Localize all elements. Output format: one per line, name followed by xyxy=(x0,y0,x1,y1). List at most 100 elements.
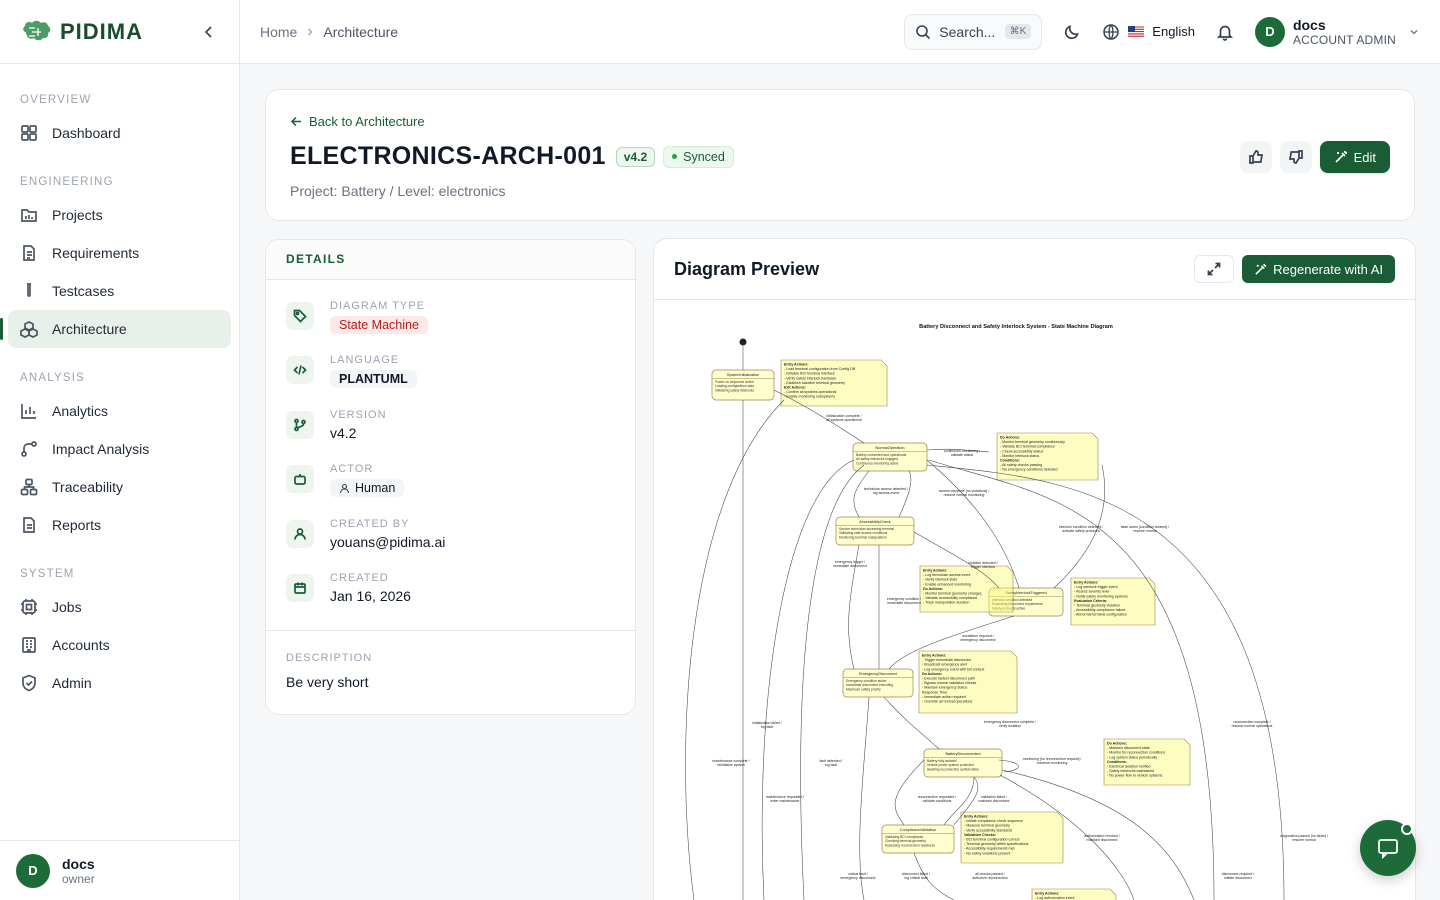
state-detail: Maximum safety priority xyxy=(846,687,881,691)
regenerate-label: Regenerate with AI xyxy=(1273,261,1383,277)
chat-button[interactable] xyxy=(1360,820,1416,876)
state-name: SystemInitialization xyxy=(727,373,760,377)
details-card: DETAILS DIAGRAM TYPE State Machine LANGU… xyxy=(265,239,636,715)
sidebar-item-architecture[interactable]: Architecture xyxy=(0,310,231,348)
chevron-left-icon xyxy=(204,25,212,38)
projects-icon xyxy=(21,209,37,222)
sidebar-item-impact-analysis[interactable]: Impact Analysis xyxy=(8,430,231,468)
edit-button[interactable]: Edit xyxy=(1319,141,1390,173)
details-header: DETAILS xyxy=(266,240,635,280)
sidebar-item-jobs[interactable]: Jobs xyxy=(8,588,231,626)
note-line: - Check accessibility status xyxy=(1000,449,1043,453)
note-line: - Terminal geometry within specification… xyxy=(964,842,1029,846)
impact-icon xyxy=(21,441,37,457)
sidebar-item-accounts[interactable]: Accounts xyxy=(8,626,231,664)
diagram-canvas: Battery Disconnect and Safety Interlock … xyxy=(685,324,1328,900)
language-selector[interactable]: English xyxy=(1102,23,1195,41)
note-line: - Load terminal configuration from Confi… xyxy=(784,367,856,371)
thumbs-up-button[interactable] xyxy=(1239,141,1272,173)
sidebar-item-requirements[interactable]: Requirements xyxy=(8,234,231,272)
state-name: NormalOperation xyxy=(876,446,905,450)
globe-icon xyxy=(1103,23,1120,40)
note-line: - Verify interlock state xyxy=(923,578,957,582)
sidebar-item-label: Accounts xyxy=(52,637,110,653)
sidebar-item-traceability[interactable]: Traceability xyxy=(8,468,231,506)
detail-label: ACTOR xyxy=(330,463,374,475)
thumbs-up-icon xyxy=(1248,150,1263,164)
moon-icon xyxy=(1065,24,1080,39)
transition-label: verify isolation xyxy=(999,724,1021,728)
collapse-sidebar-button[interactable] xyxy=(199,22,219,42)
regenerate-with-ai-button[interactable]: Regenerate with AI xyxy=(1242,255,1395,283)
breadcrumb-home[interactable]: Home xyxy=(260,24,297,40)
note-line: - Immediate action required xyxy=(922,695,966,699)
note-line: - Measure terminal geometry xyxy=(964,824,1010,828)
note-line: - Safety interlocks maintained xyxy=(1107,769,1154,773)
search-shortcut: ⌘K xyxy=(1004,24,1032,39)
account-menu[interactable]: D docs ACCOUNT ADMIN xyxy=(1254,16,1420,47)
note-line: - Log authorization event xyxy=(1035,896,1075,900)
search-button[interactable]: Search... ⌘K xyxy=(904,13,1043,50)
sidebar-user[interactable]: D docs owner xyxy=(0,840,240,900)
logo-row: PIDIMA xyxy=(0,0,239,64)
transition-line xyxy=(853,470,870,518)
back-to-architecture-link[interactable]: Back to Architecture xyxy=(290,114,425,129)
sidebar-item-label: Impact Analysis xyxy=(52,441,150,457)
expand-icon xyxy=(1207,262,1221,276)
us-flag-icon xyxy=(1128,26,1145,37)
note-line: - Accessibility requirements met xyxy=(964,847,1015,851)
sidebar-item-analytics[interactable]: Analytics xyxy=(8,392,231,430)
diagram-type-badge: State Machine xyxy=(330,316,428,334)
note-line: - Trigger immediate disconnect xyxy=(922,658,971,662)
transition-label: resume normal xyxy=(1133,529,1157,533)
user-icon xyxy=(286,520,314,548)
theme-toggle-button[interactable] xyxy=(1060,20,1084,44)
thumbs-down-button[interactable] xyxy=(1279,141,1312,173)
edit-button-label: Edit xyxy=(1353,149,1376,165)
note-heading: Validation Checks: xyxy=(964,833,996,837)
note-line: - All safety checks passing xyxy=(1000,463,1042,467)
state-machine-diagram[interactable]: Battery Disconnect and Safety Interlock … xyxy=(654,300,1415,900)
transition-label: all systems operational xyxy=(826,418,862,422)
note-heading: Entry Actions: xyxy=(922,654,946,658)
sidebar-item-admin[interactable]: Admin xyxy=(8,664,231,702)
sidebar-item-testcases[interactable]: Testcases xyxy=(8,272,231,310)
detail-created: CREATED Jan 16, 2026 xyxy=(286,572,411,604)
detail-language: LANGUAGE PLANTUML xyxy=(286,354,417,388)
transition-label: resume normal monitoring xyxy=(944,493,985,497)
state-detail: Awaiting reconnection authorization xyxy=(927,767,979,771)
avatar: D xyxy=(16,853,50,888)
initial-state-dot xyxy=(739,338,747,346)
diagram-preview-title: Diagram Preview xyxy=(674,258,820,279)
account-name: docs xyxy=(1292,16,1326,33)
note-heading: Do Actions: xyxy=(1107,742,1127,746)
magic-wand-icon xyxy=(1334,151,1347,163)
detail-label: DIAGRAM TYPE xyxy=(330,300,425,312)
note-line: - No emergency conditions detected xyxy=(1000,468,1058,472)
thumbs-down-icon xyxy=(1288,150,1303,164)
testcases-icon xyxy=(27,283,31,297)
note-line: - Validate BCI terminal compliance xyxy=(1000,445,1055,449)
transition-line xyxy=(894,759,925,826)
sidebar-item-projects[interactable]: Projects xyxy=(8,196,231,234)
notifications-button[interactable] xyxy=(1213,20,1237,44)
expand-button[interactable] xyxy=(1194,255,1235,283)
transition-label: maintain disconnect xyxy=(979,799,1010,803)
brand-logo[interactable]: PIDIMA xyxy=(20,19,143,45)
note-line: - Monitor interlock status xyxy=(1000,454,1039,458)
note-line: - Notify safety monitoring systems xyxy=(1074,594,1128,598)
transition-label: continue monitoring xyxy=(1037,761,1068,765)
project-level-subtitle: Project: Battery / Level: electronics xyxy=(290,183,506,199)
note-heading: Entry Actions: xyxy=(1074,581,1098,585)
note-line: - No safety violations present xyxy=(964,851,1010,855)
magic-wand-icon xyxy=(1255,263,1267,275)
sidebar-item-dashboard[interactable]: Dashboard xyxy=(8,114,231,152)
transition-label: validate conditions xyxy=(923,799,952,803)
page-title: ELECTRONICS-ARCH-001 xyxy=(290,142,606,170)
sidebar-item-reports[interactable]: Reports xyxy=(8,506,231,544)
git-branch-icon xyxy=(286,411,314,439)
sidebar-item-label: Architecture xyxy=(52,321,127,337)
transition-label: trigger interlock xyxy=(971,565,995,569)
version-value: v4.2 xyxy=(330,425,357,441)
note-line: - Log interlock trigger event xyxy=(1074,585,1118,589)
